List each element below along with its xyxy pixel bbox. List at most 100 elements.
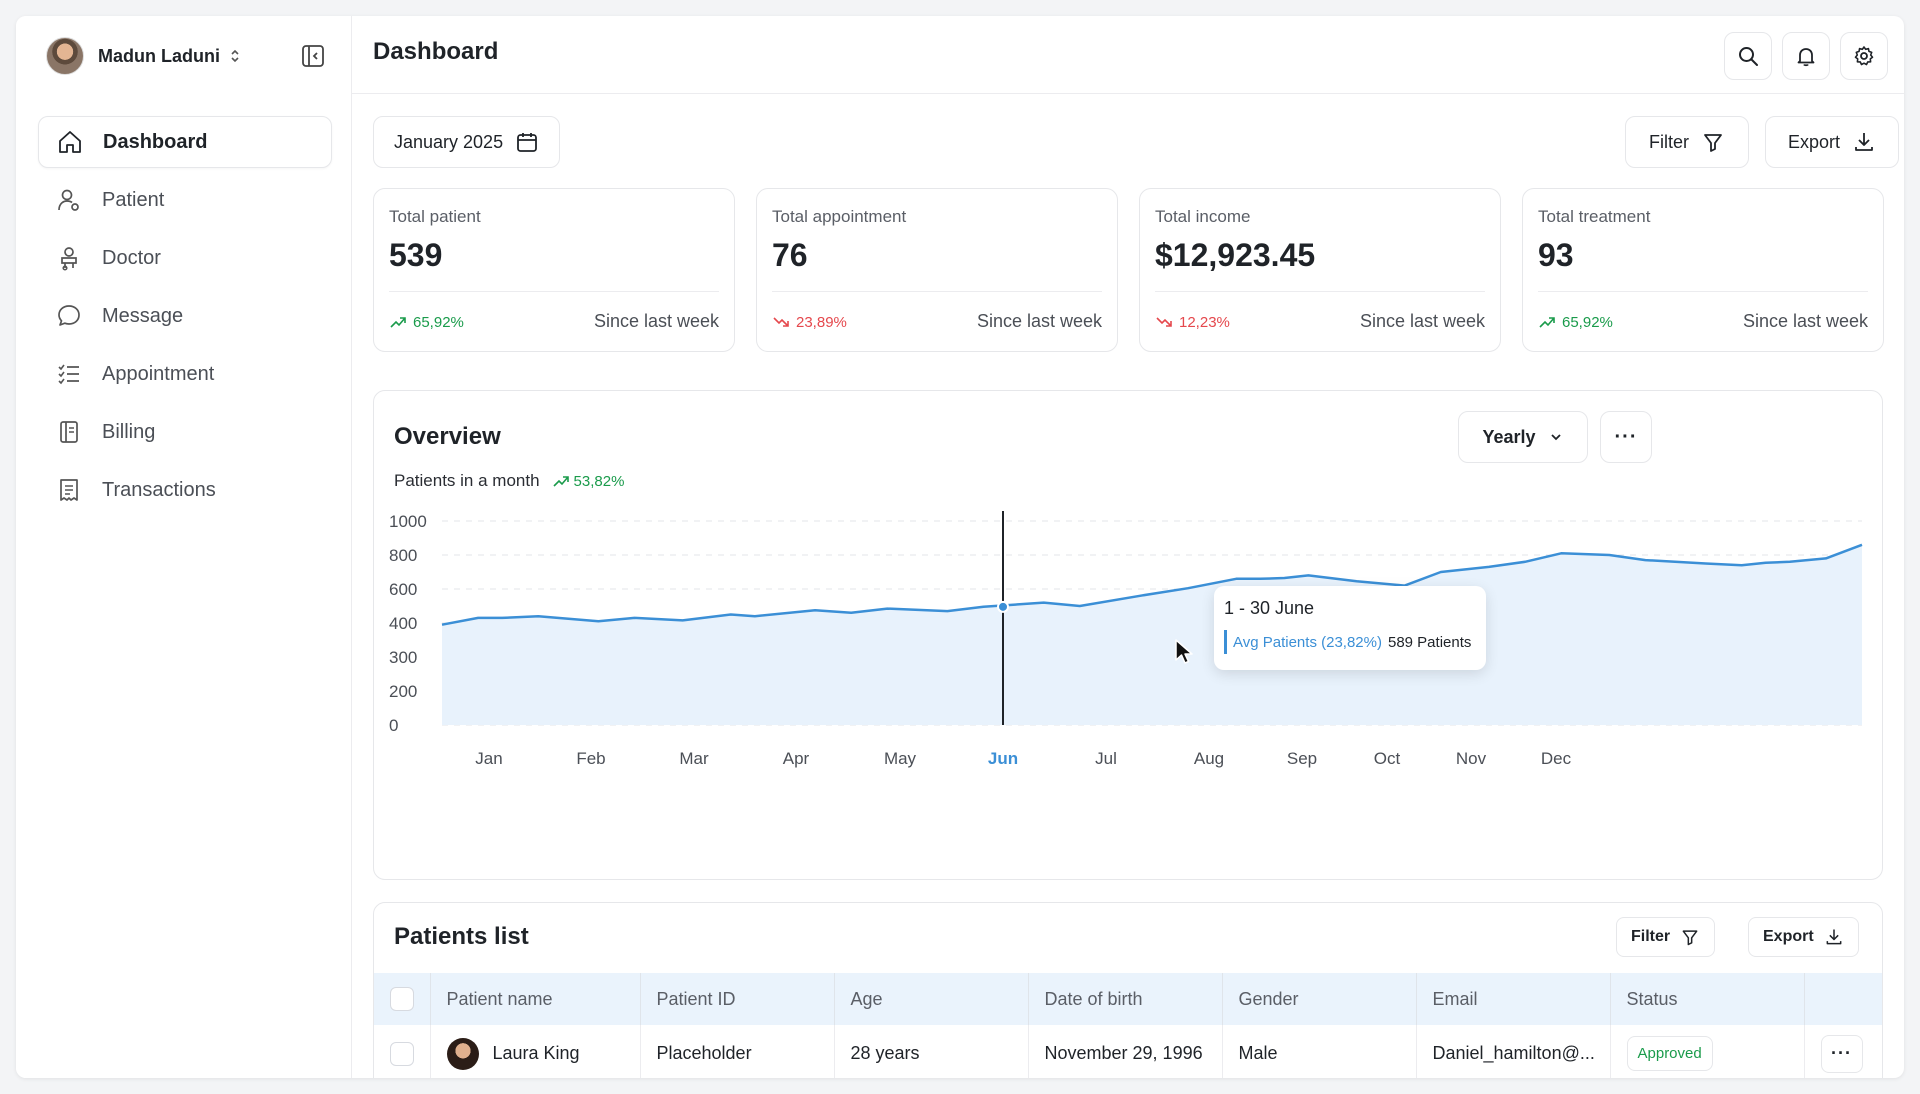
sidebar-item-dashboard[interactable]: Dashboard	[38, 116, 332, 168]
filter-icon	[1704, 134, 1722, 152]
column-header[interactable]: Patient ID	[640, 973, 835, 1025]
period-dropdown[interactable]: Yearly	[1458, 411, 1588, 463]
row-actions-cell: ···	[1804, 1025, 1882, 1078]
stat-since: Since last week	[976, 311, 1102, 331]
column-header[interactable]: Date of birth	[1028, 973, 1223, 1025]
column-header[interactable]: Gender	[1222, 973, 1417, 1025]
user-switcher[interactable]: Madun Laduni	[46, 36, 240, 76]
column-header[interactable]: Patient name	[430, 973, 641, 1025]
patients-export-button[interactable]: Export	[1748, 917, 1859, 957]
trend-up-icon	[552, 476, 569, 487]
user-name: Madun Laduni	[98, 45, 220, 66]
export-label: Export	[1763, 928, 1814, 945]
sidebar-toggle-icon[interactable]	[300, 43, 326, 69]
stat-label: Total patient	[389, 207, 481, 226]
filter-label: Filter	[1631, 928, 1671, 945]
sidebar-item-message[interactable]: Message	[38, 290, 332, 342]
row-checkbox[interactable]	[390, 1041, 414, 1066]
overview-subtitle: Patients in a month 53,82%	[394, 471, 624, 491]
x-tick-label: Aug	[1194, 749, 1224, 768]
table-header-row: Patient name Patient ID Age Date of birt…	[374, 973, 1882, 1025]
patient-status-cell: Approved	[1610, 1025, 1805, 1078]
download-icon	[1855, 133, 1873, 151]
avatar	[46, 37, 84, 75]
calendar-icon	[517, 133, 537, 152]
x-tick-label: Nov	[1456, 749, 1487, 768]
sidebar-item-label: Doctor	[102, 246, 161, 269]
trend-up-icon	[1539, 317, 1555, 328]
date-picker-button[interactable]: January 2025	[373, 116, 561, 168]
filter-icon	[1682, 930, 1698, 946]
stat-delta: 23,89%	[772, 313, 847, 331]
divider	[389, 291, 719, 292]
overview-panel: Overview Patients in a month 53,82% Year…	[373, 390, 1883, 880]
sidebar-item-doctor[interactable]: Doctor	[38, 232, 332, 284]
x-tick-label: Sep	[1287, 749, 1317, 768]
row-more-button[interactable]: ···	[1820, 1034, 1863, 1073]
column-header[interactable]: Age	[834, 973, 1029, 1025]
patient-gender-cell: Male	[1222, 1025, 1417, 1078]
filter-button[interactable]: Filter	[1625, 116, 1749, 168]
patients-list-panel: Patients list Filter Export Patient name…	[373, 902, 1883, 1078]
patients-list-title: Patients list	[394, 923, 529, 950]
y-tick-label: 600	[389, 580, 417, 599]
stat-value: 76	[772, 237, 808, 273]
patient-id-cell: Placeholder	[640, 1025, 835, 1078]
highlight-point	[997, 600, 1009, 613]
sidebar-item-patient[interactable]: Patient	[38, 174, 332, 226]
stat-label: Total appointment	[772, 207, 907, 226]
stat-delta-value: 23,89%	[796, 313, 847, 331]
app-window: Madun Laduni Dashboard Patient Doctor Me…	[16, 16, 1904, 1078]
overview-chart: 1000 800 600 400 300 200 0 Jan Feb Mar Apr May Jun Ju…	[389, 511, 1863, 768]
column-header[interactable]: Status	[1610, 973, 1805, 1025]
y-tick-label: 300	[389, 648, 417, 667]
select-all-checkbox[interactable]	[390, 987, 414, 1011]
sidebar-item-billing[interactable]: Billing	[38, 406, 332, 458]
tooltip-row: Avg Patients (23,82%) 589 Patients	[1224, 630, 1471, 654]
patients-filter-button[interactable]: Filter	[1616, 917, 1716, 957]
stat-since: Since last week	[1359, 311, 1485, 331]
mouse-pointer-icon	[1175, 639, 1193, 664]
stat-delta: 65,92%	[1538, 313, 1613, 331]
tooltip-series-marker	[1224, 630, 1227, 654]
sidebar-item-label: Billing	[102, 420, 156, 443]
settings-button[interactable]	[1840, 32, 1888, 80]
stat-card-total-treatment: Total treatment 93 65,92% Since last wee…	[1522, 188, 1884, 352]
y-tick-label: 0	[389, 716, 398, 735]
search-button[interactable]	[1724, 32, 1772, 80]
y-tick-label: 1000	[389, 512, 427, 531]
sidebar-item-label: Patient	[102, 188, 165, 211]
stat-since: Since last week	[593, 311, 719, 331]
stat-value: 93	[1538, 237, 1574, 273]
sidebar: Madun Laduni Dashboard Patient Doctor Me…	[16, 16, 352, 1078]
export-label: Export	[1787, 131, 1841, 152]
overview-title: Overview	[394, 423, 501, 450]
table-row[interactable]: Laura King Placeholder 28 years November…	[374, 1025, 1882, 1078]
sidebar-item-transactions[interactable]: Transactions	[38, 464, 332, 516]
stat-delta: 65,92%	[389, 313, 464, 331]
column-header[interactable]: Email	[1416, 973, 1611, 1025]
notifications-button[interactable]	[1782, 32, 1830, 80]
stat-card-total-income: Total income $12,923.45 12,23% Since las…	[1139, 188, 1501, 352]
stat-delta: 12,23%	[1155, 313, 1230, 331]
x-tick-label: Apr	[783, 749, 810, 768]
patient-dob-cell: November 29, 1996	[1028, 1025, 1223, 1078]
sidebar-item-appointment[interactable]: Appointment	[38, 348, 332, 400]
bell-icon	[1797, 48, 1815, 67]
export-button[interactable]: Export	[1765, 116, 1899, 168]
date-label: January 2025	[394, 131, 504, 152]
download-icon	[1826, 929, 1842, 945]
filter-label: Filter	[1649, 131, 1689, 152]
tooltip-value: 589 Patients	[1387, 633, 1472, 651]
x-tick-label: Mar	[679, 749, 709, 768]
tooltip-title: 1 - 30 June	[1224, 598, 1315, 618]
x-tick-label: Oct	[1374, 749, 1401, 768]
x-tick-label: Jul	[1095, 749, 1117, 768]
stat-since: Since last week	[1742, 311, 1868, 331]
patients-table: Patient name Patient ID Age Date of birt…	[374, 973, 1882, 1078]
chart-tooltip: 1 - 30 June Avg Patients (23,82%) 589 Pa…	[1214, 586, 1486, 670]
main-content: Dashboard January 2025 Filter Export Tot…	[352, 16, 1904, 1078]
sidebar-item-label: Message	[102, 304, 184, 327]
more-options-button[interactable]: ···	[1600, 411, 1652, 463]
overview-delta-value: 53,82%	[573, 472, 625, 490]
